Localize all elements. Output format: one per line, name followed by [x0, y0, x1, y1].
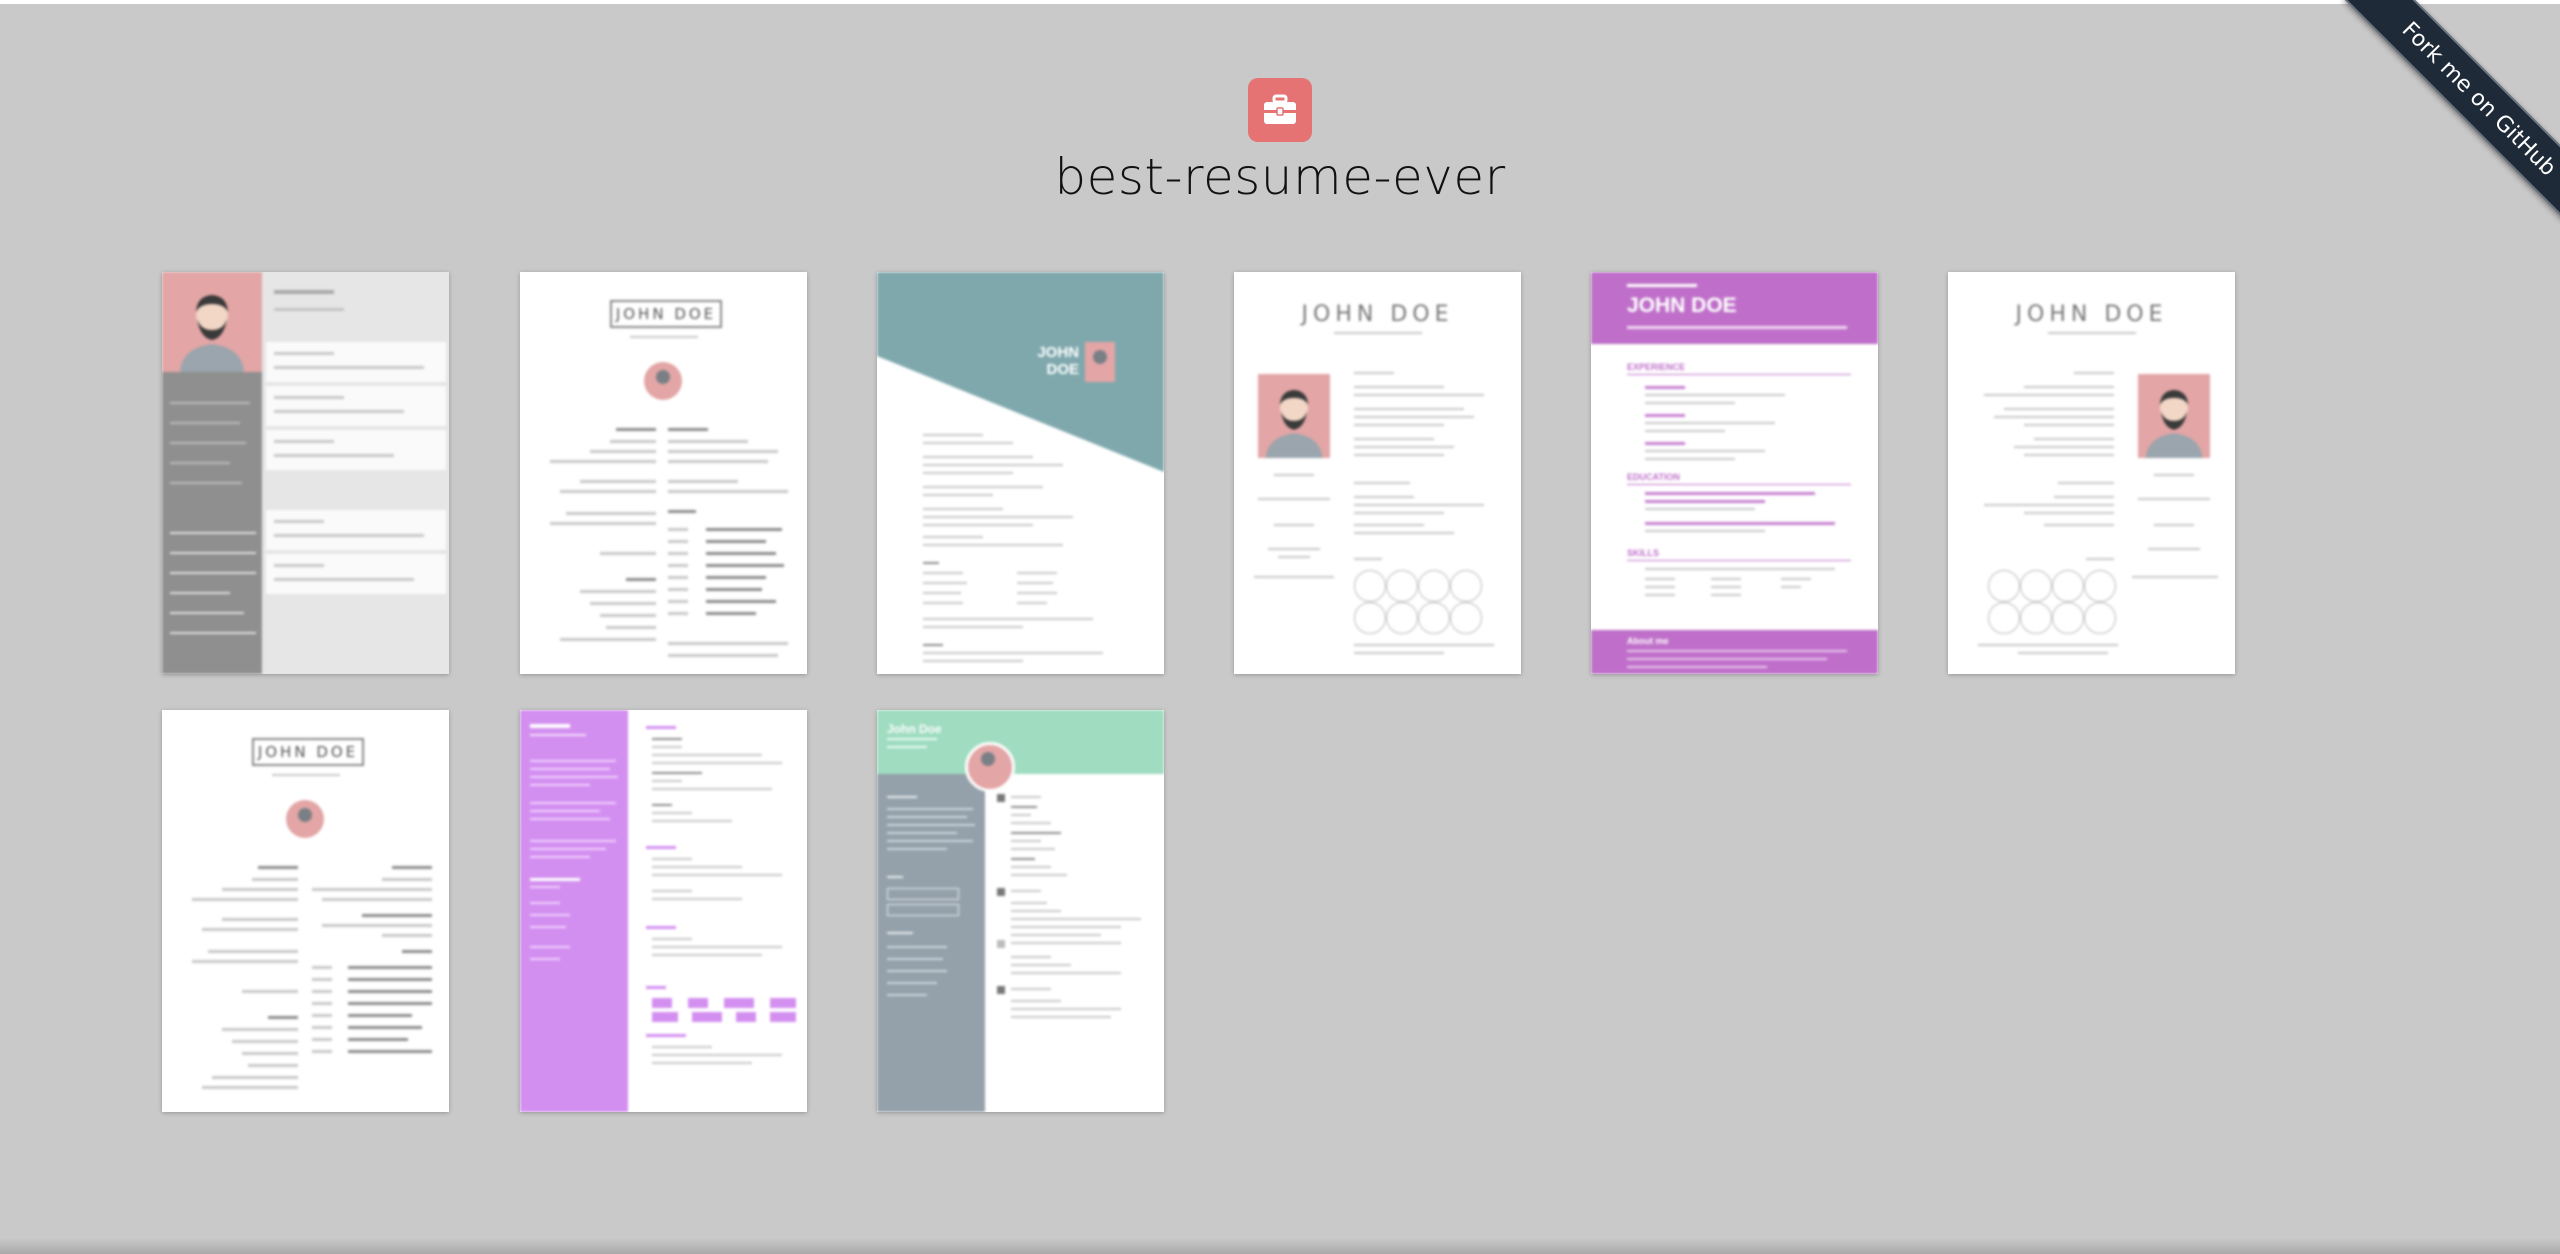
template-thumbnail-left-right-rtl[interactable]: JOHN DOE	[162, 710, 449, 1112]
github-ribbon-container: Fork me on GitHub	[2330, 0, 2560, 230]
template-thumbnail-side-bar[interactable]: JOHN DOE	[1234, 272, 1521, 674]
preview-about-heading: About me	[1627, 636, 1669, 646]
template-thumbnail-side-bar-rtl[interactable]: JOHN DOE	[1948, 272, 2235, 674]
template-thumbnail-creative[interactable]	[520, 710, 807, 1112]
preview-name: JOHN DOE	[1301, 302, 1454, 327]
template-thumbnail-purple[interactable]: JOHN DOE EXPERIENCE EDUCATION SKILLS Abo…	[1591, 272, 1878, 674]
briefcase-icon	[1264, 94, 1296, 124]
preview-name: JOHN DOE	[252, 738, 364, 766]
fork-me-on-github-link[interactable]: Fork me on GitHub	[2344, 0, 2560, 230]
template-thumbnail-green[interactable]: John Doe	[877, 710, 1164, 1112]
template-thumbnail-material-dark[interactable]	[162, 272, 449, 674]
preview-name: JOHN DOE	[2015, 302, 2168, 327]
preview-name: JOHN DOE	[610, 300, 722, 328]
preview-name: JOHN DOE	[1627, 294, 1737, 317]
preview-skills-heading: SKILLS	[1627, 548, 1660, 558]
page-title: best-resume-ever	[1054, 148, 1506, 206]
template-thumbnail-oblique[interactable]: JOHN DOE	[877, 272, 1164, 674]
briefcase-logo	[1248, 78, 1312, 142]
page-bottom-edge	[0, 1238, 2560, 1254]
window-top-edge	[0, 0, 2560, 4]
template-thumbnail-left-right[interactable]: JOHN DOE	[520, 272, 807, 674]
avatar-icon	[180, 295, 244, 372]
preview-experience-heading: EXPERIENCE	[1627, 362, 1686, 372]
preview-education-heading: EDUCATION	[1627, 472, 1680, 482]
preview-name: John Doe	[887, 722, 942, 736]
